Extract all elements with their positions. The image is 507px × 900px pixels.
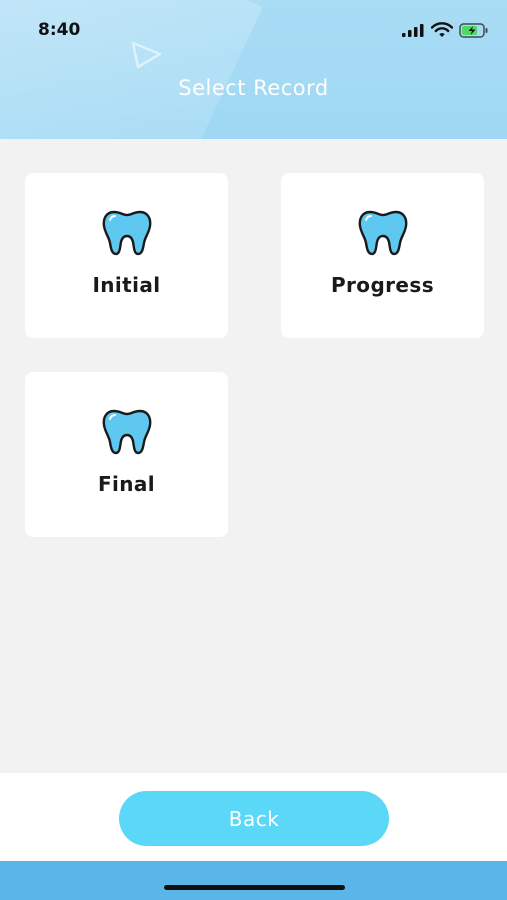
header: 8:40 Select Record [0,0,507,139]
signal-icon [402,24,424,37]
record-card-progress[interactable]: Progress [281,173,484,338]
back-button[interactable]: Back [119,791,389,846]
home-bar-area [0,861,507,900]
footer: Back [0,773,507,861]
tooth-icon [358,210,407,256]
record-label: Initial [92,273,161,297]
tooth-icon [102,409,151,455]
page-title: Select Record [178,76,329,100]
status-bar: 8:40 [0,0,507,60]
record-label: Progress [330,273,434,297]
status-time: 8:40 [38,20,81,40]
record-card-final[interactable]: Final [25,372,228,537]
app-screen: 8:40 Select Record Initial Progress Fina… [0,0,507,900]
record-card-initial[interactable]: Initial [25,173,228,338]
tooth-icon [102,210,151,256]
wifi-icon [431,22,453,37]
battery-icon [459,22,488,38]
record-label: Final [97,472,156,496]
home-indicator[interactable] [164,885,345,890]
status-icons [401,22,489,38]
